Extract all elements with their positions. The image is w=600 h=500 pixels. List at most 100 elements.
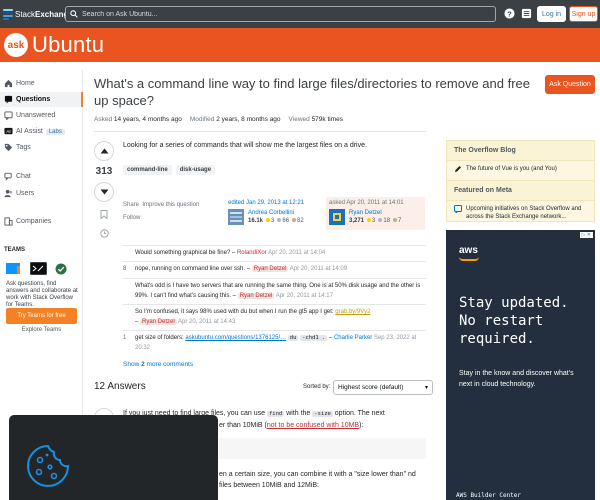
askubuntu-logo[interactable]: ask Ubuntu <box>4 32 104 58</box>
aws-smile-icon <box>459 257 479 261</box>
nav-users[interactable]: Users <box>0 186 83 201</box>
comment-user[interactable]: Charlie Parker <box>334 335 372 341</box>
nav-tags[interactable]: Tags <box>0 140 83 155</box>
modified-value[interactable]: 2 years, 8 months ago <box>216 116 280 123</box>
login-button[interactable]: Log in <box>537 6 566 22</box>
nav-unanswered-label: Unanswered <box>16 112 56 119</box>
try-teams-button[interactable]: Try Teams for free <box>6 308 77 324</box>
share-link[interactable]: Share <box>123 202 139 208</box>
comment-date[interactable]: Apr 20, 2011 at 14:43 <box>178 319 235 325</box>
follow-link[interactable]: Follow <box>123 215 140 221</box>
nav-home[interactable]: Home <box>0 76 83 91</box>
meta-item-text[interactable]: Upcoming initiatives on Stack Overflow a… <box>466 205 587 221</box>
blog-item[interactable]: The future of Vue is you (and You) <box>447 161 594 180</box>
gold-count: 3 <box>372 218 376 224</box>
companies-icon <box>4 217 13 226</box>
silver-count: 18 <box>383 218 391 224</box>
more-count: 2 <box>141 361 145 368</box>
comment: 8 nope, running on command line over ssh… <box>123 261 426 276</box>
site-name: Ubuntu <box>32 32 105 57</box>
avatar[interactable] <box>329 209 345 225</box>
ai-assist-icon: AI <box>4 127 13 136</box>
signup-button[interactable]: Sign up <box>569 6 598 22</box>
silver-badge-icon <box>378 218 383 222</box>
upvote-button[interactable] <box>94 141 114 161</box>
gold-badge-icon <box>266 218 271 222</box>
blog-item-text[interactable]: The future of Vue is you (and You) <box>466 165 557 173</box>
comment-date[interactable]: Apr 20, 2011 at 14:09 <box>290 266 347 272</box>
viewed-label: Viewed <box>288 116 310 123</box>
search-box[interactable] <box>65 6 496 22</box>
top-bar: StackExchange ? Log in Sign up <box>0 0 600 28</box>
comment: 1 get size of folders: askubuntu.com/que… <box>123 330 426 356</box>
teams-illustration <box>6 262 67 275</box>
arrow-down-icon <box>100 189 108 195</box>
history-icon[interactable] <box>99 229 109 238</box>
ad-body: Stay in the know and discover what's nex… <box>459 370 574 388</box>
cookie-consent-overlay <box>9 415 218 500</box>
downvote-button[interactable] <box>94 182 114 202</box>
comment-date[interactable]: Apr 20, 2011 at 14:04 <box>268 250 325 256</box>
site-switcher-icon[interactable] <box>521 8 532 19</box>
vote-count: 313 <box>95 166 113 177</box>
bookmark-icon[interactable] <box>100 210 108 220</box>
stackexchange-logo[interactable]: StackExchange <box>3 7 73 21</box>
editor-name[interactable]: Andrea Corbellini <box>248 209 294 217</box>
ad-choices-icon[interactable]: ▷ ✕ <box>579 232 593 238</box>
terminal-icon <box>30 262 47 275</box>
asked-value: 14 years, 4 months ago <box>113 116 182 123</box>
viewed-value: 579k times <box>311 116 343 123</box>
nav-companies-label: Companies <box>16 218 52 225</box>
comment-user[interactable]: Ryan Detzel <box>251 266 289 272</box>
question-tags: command-line disk-usage <box>123 165 216 175</box>
explore-teams-link[interactable]: Explore Teams <box>0 327 83 333</box>
divider <box>94 131 426 132</box>
bronze-count: 82 <box>297 218 304 224</box>
nav-companies[interactable]: Companies <box>0 214 83 229</box>
nav-users-label: Users <box>16 190 35 197</box>
comment-link[interactable]: grab.by/9Vy2 <box>335 309 370 315</box>
comment-user[interactable]: Ryan Detzel <box>237 293 275 299</box>
answer-text: option. The next <box>334 410 385 417</box>
gold-count: 3 <box>271 218 275 224</box>
aws-logo: aws <box>459 245 478 256</box>
comment-date[interactable]: Apr 20, 2011 at 14:17 <box>276 293 333 299</box>
comment-link[interactable]: askubuntu.com/questions/1376125/… <box>185 335 286 341</box>
nav-questions[interactable]: Questions <box>0 92 83 107</box>
sort-value: Highest score (default) <box>338 384 404 391</box>
ask-badge: ask <box>4 33 28 57</box>
home-icon <box>4 79 13 88</box>
question-title[interactable]: What's a command line way to find large … <box>94 75 534 109</box>
search-input[interactable] <box>82 10 462 18</box>
sort-select[interactable]: Highest score (default) ▾ <box>333 380 433 395</box>
nav-ai-assist-label: AI Assist <box>16 128 43 135</box>
improve-question-link[interactable]: Improve this question <box>142 202 199 208</box>
advertisement[interactable]: ▷ ✕ aws Stay updated. No restart require… <box>446 230 595 500</box>
rep-score: 16.1k <box>248 218 264 224</box>
asker-name[interactable]: Ryan Detzel <box>349 209 382 217</box>
teams-description: Ask questions, find answers and collabor… <box>6 281 78 308</box>
show-more-comments-link[interactable]: Show 2 more comments <box>123 361 193 368</box>
nav-chat[interactable]: Chat <box>0 169 83 184</box>
more-prefix: Show <box>123 361 140 368</box>
tag-icon <box>4 143 13 152</box>
ask-question-button[interactable]: Ask Question <box>545 75 595 94</box>
sort-label: Sorted by: <box>303 384 331 390</box>
answer-link[interactable]: not to be confused with 10MB <box>267 422 359 429</box>
edited-timestamp[interactable]: edited Jan 29, 2013 at 12:21 <box>228 199 322 207</box>
comment-user[interactable]: Ryan Detzel <box>140 319 177 325</box>
users-icon <box>4 189 13 198</box>
answer-body-2: en a certain size, you can combine it wi… <box>219 471 416 489</box>
meta-item[interactable]: Upcoming initiatives on Stack Overflow a… <box>447 201 594 225</box>
avatar[interactable] <box>228 209 244 225</box>
help-icon[interactable]: ? <box>504 8 515 19</box>
nav-tags-label: Tags <box>16 144 31 151</box>
nav-ai-assist[interactable]: AI AI Assist Labs <box>0 124 83 139</box>
chart-icon <box>6 263 20 274</box>
inline-code: -size <box>312 411 333 417</box>
tag-disk-usage[interactable]: disk-usage <box>175 165 216 175</box>
comment-user[interactable]: RolandiXor <box>237 250 267 256</box>
nav-unanswered[interactable]: Unanswered <box>0 108 83 123</box>
pencil-icon <box>454 165 462 176</box>
tag-command-line[interactable]: command-line <box>123 165 172 175</box>
